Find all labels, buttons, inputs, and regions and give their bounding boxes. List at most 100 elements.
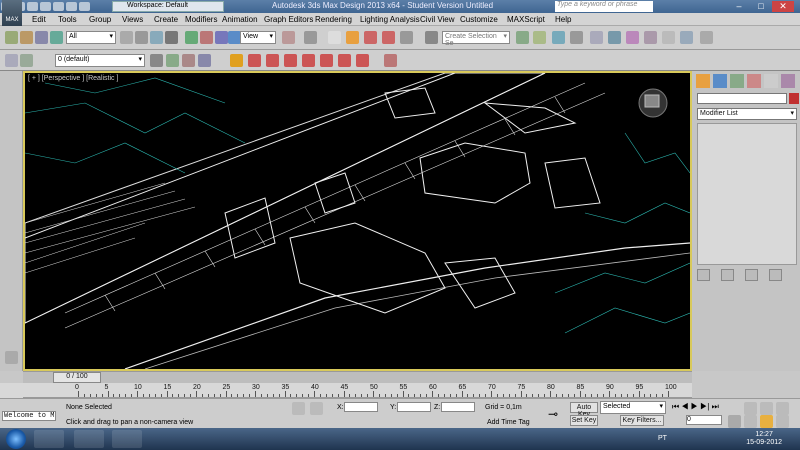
make-unique-icon[interactable] (745, 269, 758, 281)
menu-modifiers[interactable]: Modifiers (185, 15, 217, 24)
menu-tools[interactable]: Tools (58, 15, 77, 24)
3dsmax-task-icon[interactable] (74, 430, 104, 448)
rectangular-selection-icon[interactable] (150, 31, 163, 44)
midpoint-snap-icon[interactable] (338, 54, 351, 67)
viewport-label[interactable]: [ + ] [Perspective ] [Realistic ] (28, 75, 118, 82)
menu-create[interactable]: Create (154, 15, 178, 24)
minimize-button[interactable]: – (728, 1, 750, 12)
rendered-frame-window-icon[interactable] (662, 31, 675, 44)
absolute-mode-icon[interactable] (310, 402, 323, 415)
selection-filter-dropdown[interactable]: All (66, 31, 116, 44)
zoom-all-icon[interactable] (760, 402, 773, 415)
endpoint-snap-icon[interactable] (284, 54, 297, 67)
playback-controls[interactable]: ⏮ ◀ ▶ ▶| ⏭ (672, 402, 719, 412)
time-slider[interactable]: 0 / 100 (23, 371, 692, 383)
render-production-icon[interactable] (680, 31, 693, 44)
rotate-icon[interactable] (200, 31, 213, 44)
key-icon[interactable]: ⊸ (548, 407, 558, 421)
xy-constraint-icon[interactable] (384, 54, 397, 67)
menu-civil-view[interactable]: Civil View (420, 15, 455, 24)
named-selection-dropdown[interactable]: Create Selection Se (442, 31, 510, 47)
face-snap-icon[interactable] (320, 54, 333, 67)
time-config-icon[interactable] (728, 415, 741, 428)
key-filters-button[interactable]: Key Filters... (620, 415, 664, 426)
zoom-icon[interactable] (744, 402, 757, 415)
menu-help[interactable]: Help (555, 15, 571, 24)
menu-views[interactable]: Views (122, 15, 143, 24)
named-selection-icon[interactable] (425, 31, 438, 44)
x-coordinate-field[interactable] (344, 402, 378, 412)
layers-icon[interactable] (5, 54, 18, 67)
perpendicular-snap-icon[interactable] (356, 54, 369, 67)
window-crossing-icon[interactable] (165, 31, 178, 44)
pivot-center-icon[interactable] (282, 31, 295, 44)
orbit-icon[interactable] (776, 415, 789, 428)
maximize-button[interactable]: □ (750, 1, 772, 12)
zoom-extents-icon[interactable] (776, 402, 789, 415)
align-icon[interactable] (533, 31, 546, 44)
hierarchy-tab-icon[interactable] (730, 74, 744, 88)
pivot-snap-icon[interactable] (248, 54, 261, 67)
start-button-icon[interactable] (6, 429, 26, 449)
render-teapot-icon[interactable] (700, 31, 713, 44)
workspace-selector[interactable]: Workspace: Default (112, 1, 224, 12)
show-end-result-icon[interactable] (721, 269, 734, 281)
reference-coordinate-dropdown[interactable]: View (240, 31, 276, 44)
link-icon[interactable] (20, 31, 33, 44)
grid-snap-icon[interactable] (230, 54, 243, 67)
app-logo-icon[interactable]: MAX (2, 0, 22, 26)
modify-tab-icon[interactable] (713, 74, 727, 88)
clock[interactable]: 12:27 15-09-2012 (746, 431, 782, 447)
firefox-icon[interactable] (34, 430, 64, 448)
menu-edit[interactable]: Edit (32, 15, 46, 24)
scale-icon[interactable] (215, 31, 228, 44)
track-bar-toggle[interactable] (0, 383, 23, 398)
modifier-list-dropdown[interactable]: Modifier List (697, 108, 797, 120)
display-tab-icon[interactable] (764, 74, 778, 88)
curve-editor-icon[interactable] (590, 31, 603, 44)
layer-props-icon[interactable] (20, 54, 33, 67)
y-coordinate-field[interactable] (397, 402, 431, 412)
menu-animation[interactable]: Animation (222, 15, 258, 24)
set-key-button[interactable]: Set Key (570, 415, 598, 426)
mirror-icon[interactable] (516, 31, 529, 44)
undo-icon[interactable] (5, 31, 18, 44)
track-bar[interactable]: 0 5 10 15 20 25 30 35 40 45 50 55 60 65 70 75 80 85 90 95 10… (23, 383, 692, 398)
percent-snap-icon[interactable] (364, 31, 377, 44)
graphite-toolbar-icon[interactable] (570, 31, 583, 44)
dropdown-icon[interactable] (79, 2, 90, 11)
select-in-layer-icon[interactable] (182, 54, 195, 67)
schematic-view-icon[interactable] (608, 31, 621, 44)
unlink-icon[interactable] (35, 31, 48, 44)
set-current-layer-icon[interactable] (198, 54, 211, 67)
edge-snap-icon[interactable] (302, 54, 315, 67)
menu-graph-editors[interactable]: Graph Editors (264, 15, 313, 24)
lock-selection-icon[interactable] (292, 402, 305, 415)
perspective-viewport[interactable]: [ + ] [Perspective ] [Realistic ] (23, 71, 692, 371)
move-icon[interactable] (185, 31, 198, 44)
remove-modifier-icon[interactable] (769, 269, 782, 281)
select-object-icon[interactable] (120, 31, 133, 44)
z-coordinate-field[interactable] (441, 402, 475, 412)
utilities-tab-icon[interactable] (781, 74, 795, 88)
redo-icon[interactable] (53, 2, 64, 11)
create-layer-icon[interactable] (150, 54, 163, 67)
auto-key-button[interactable]: Auto Key (570, 402, 598, 418)
menu-maxscript[interactable]: MAXScript (507, 15, 545, 24)
angle-snap-icon[interactable] (346, 31, 359, 44)
create-tab-icon[interactable] (696, 74, 710, 88)
pin-stack-icon[interactable] (697, 269, 710, 281)
material-editor-icon[interactable] (626, 31, 639, 44)
render-setup-icon[interactable] (644, 31, 657, 44)
menu-customize[interactable]: Customize (460, 15, 498, 24)
menu-lighting-analysis[interactable]: Lighting Analysis (360, 15, 420, 24)
language-indicator[interactable]: PT (658, 435, 667, 442)
select-by-name-icon[interactable] (135, 31, 148, 44)
current-frame-field[interactable]: 0 (686, 415, 722, 425)
project-folder-icon[interactable] (66, 2, 77, 11)
pan-view-icon[interactable] (760, 415, 773, 428)
menu-group[interactable]: Group (89, 15, 111, 24)
add-time-tag[interactable]: Add Time Tag (487, 419, 530, 426)
field-of-view-icon[interactable] (744, 415, 757, 428)
undo-icon[interactable] (40, 2, 51, 11)
